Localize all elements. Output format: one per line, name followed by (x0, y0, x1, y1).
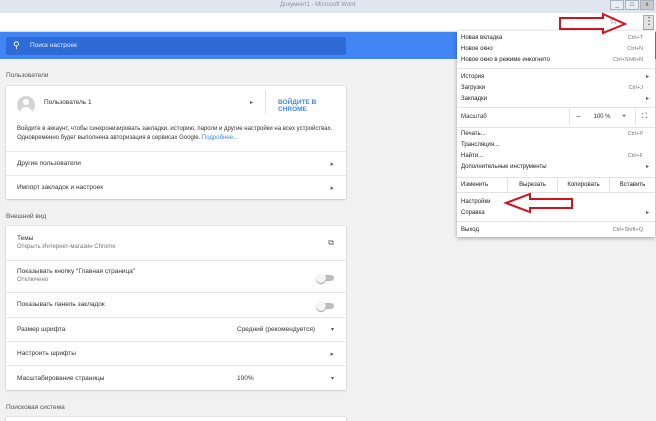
search-engine-section-title: Поисковая система (6, 404, 65, 411)
font-size-label: Размер шрифта (17, 326, 66, 333)
font-size-row: Размер шрифта Средний (рекомендуется) ▾ (6, 317, 346, 341)
menu-item-more-tools[interactable]: Дополнительные инструменты ▸ (457, 161, 655, 173)
search-input[interactable]: ⚲ Поиск настроек (6, 37, 346, 55)
customize-fonts-row[interactable]: Настроить шрифты ▸ (6, 341, 346, 365)
menu-item-label: Дополнительные инструменты (461, 164, 547, 170)
chevron-down-icon: ▾ (330, 327, 334, 333)
font-size-select[interactable]: Средний (рекомендуется) (237, 326, 315, 333)
chevron-right-icon: ▸ (330, 161, 334, 168)
bookmarks-bar-label: Показывать панель закладок (17, 301, 105, 308)
other-users-row[interactable]: Другие пользователи ▸ (6, 151, 346, 175)
bookmarks-bar-toggle[interactable] (316, 301, 334, 311)
zoom-label: Масштаб (461, 114, 487, 120)
menu-item-exit[interactable]: Выход Ctrl+Shift+Q (457, 224, 655, 236)
chevron-right-icon: ▸ (645, 164, 649, 170)
divider (265, 90, 266, 114)
menu-item-shortcut: Ctrl+Shift+Q (612, 227, 643, 233)
menu-item-label: Закладки (461, 96, 487, 102)
page-zoom-row: Масштабирование страницы 100% ▾ (6, 365, 346, 390)
bookmarks-bar-row: Показывать панель закладок (6, 292, 346, 317)
menu-zoom-row: Масштаб – 100 % + ⛶ (457, 109, 655, 125)
menu-separator (457, 221, 655, 222)
home-button-sublabel: Отключено (17, 277, 49, 283)
address-bar[interactable] (0, 15, 622, 30)
menu-item-label: Выход (461, 227, 479, 233)
menu-item-label: Найти... (461, 153, 484, 159)
themes-sublabel: Открыть Интернет-магазин Chrome (17, 244, 116, 250)
menu-item-label: История (461, 74, 485, 80)
signin-description-text: Войдите в аккаунт, чтобы синхронизироват… (17, 126, 333, 141)
menu-item-label: Печать... (461, 131, 486, 137)
search-icon: ⚲ (13, 40, 20, 50)
menu-edit-row: Изменить Вырезать Копировать Вставить (457, 177, 655, 193)
customize-fonts-label: Настроить шрифты (17, 350, 76, 357)
chrome-menu: Новая вкладка Ctrl+T Новое окно Ctrl+N Н… (457, 31, 655, 237)
menu-item-help[interactable]: Справка ▸ (457, 207, 655, 219)
menu-item-shortcut: Ctrl+F (627, 153, 643, 159)
external-link-icon[interactable]: ⧉ (328, 238, 334, 248)
user-name: Пользователь 1 (44, 99, 92, 106)
restore-button[interactable]: □ (625, 0, 639, 10)
chevron-down-icon: ▾ (330, 376, 334, 382)
chevron-right-icon: ▸ (645, 96, 649, 102)
users-card: Пользователь 1 ▸ ВОЙДИТЕ В CHROME Войдит… (6, 86, 346, 199)
menu-item-incognito[interactable]: Новое окно в режиме инкогнито Ctrl+Shift… (457, 54, 655, 66)
signin-description: Войдите в аккаунт, чтобы синхронизироват… (17, 125, 339, 143)
chevron-right-icon[interactable]: ▸ (250, 99, 253, 106)
search-placeholder: Поиск настроек (30, 42, 77, 49)
menu-item-label: Загрузки (461, 85, 486, 91)
window-controls: _ □ x (609, 0, 654, 10)
chevron-right-icon: ▸ (330, 185, 334, 192)
menu-item-shortcut: Ctrl+T (627, 35, 643, 41)
fullscreen-icon[interactable]: ⛶ (635, 109, 653, 125)
import-label: Импорт закладок и настроек (17, 184, 104, 191)
menu-item-label: Новое окно (461, 46, 493, 52)
home-button-label: Показывать кнопку "Главная страница" (17, 268, 136, 275)
page-zoom-label: Масштабирование страницы (17, 375, 105, 382)
paste-button[interactable]: Вставить (609, 178, 655, 193)
page-zoom-select[interactable]: 100% (237, 375, 254, 382)
chevron-right-icon: ▸ (645, 74, 649, 80)
users-section-title: Пользователи (6, 72, 49, 79)
menu-item-label: Справка (461, 210, 485, 216)
copy-button[interactable]: Копировать (557, 178, 609, 193)
chevron-right-icon: ▸ (330, 351, 334, 358)
menu-item-shortcut: Ctrl+N (627, 46, 643, 52)
appearance-section-title: Внешний вид (6, 213, 47, 220)
cut-button[interactable]: Вырезать (507, 178, 557, 193)
other-users-label: Другие пользователи (17, 160, 81, 167)
import-row[interactable]: Импорт закладок и настроек ▸ (6, 175, 346, 199)
menu-item-shortcut: Ctrl+J (628, 85, 643, 91)
zoom-out-button[interactable]: – (569, 109, 587, 125)
signin-button[interactable]: ВОЙДИТЕ В CHROME (278, 99, 346, 113)
menu-item-label: Новая вкладка (461, 35, 503, 41)
chrome-menu-button[interactable]: ⋮ (643, 15, 654, 30)
window-title-bar: Документ1 - Microsoft Word _ □ x (0, 0, 656, 13)
search-engine-card (6, 417, 346, 421)
menu-item-label: Новое окно в режиме инкогнито (461, 57, 550, 63)
themes-label: Темы (17, 235, 34, 242)
avatar (17, 96, 35, 114)
menu-separator (457, 107, 655, 108)
bookmark-star-icon[interactable]: ☆ (609, 16, 618, 27)
menu-item-shortcut: Ctrl+P (627, 131, 643, 137)
home-button-toggle[interactable] (316, 273, 334, 283)
menu-item-shortcut: Ctrl+Shift+N (613, 57, 643, 63)
more-link[interactable]: Подробнее... (202, 135, 238, 141)
menu-separator (457, 68, 655, 69)
appearance-card: Темы Открыть Интернет-магазин Chrome ⧉ П… (6, 226, 346, 390)
edit-label: Изменить (461, 182, 489, 188)
menu-item-label: Настройки (461, 199, 491, 205)
themes-row[interactable]: Темы Открыть Интернет-магазин Chrome ⧉ (6, 226, 346, 260)
zoom-in-button[interactable]: + (615, 109, 633, 125)
menu-item-label: Трансляция... (461, 142, 500, 148)
menu-item-bookmarks[interactable]: Закладки ▸ (457, 93, 655, 105)
close-button[interactable]: x (640, 0, 654, 10)
browser-toolbar: ☆ (0, 13, 656, 32)
window-title: Документ1 - Microsoft Word (280, 2, 356, 8)
zoom-level: 100 % (593, 114, 611, 120)
minimize-button[interactable]: _ (610, 0, 624, 10)
chevron-right-icon: ▸ (645, 210, 649, 216)
home-button-row: Показывать кнопку "Главная страница" Отк… (6, 260, 346, 292)
